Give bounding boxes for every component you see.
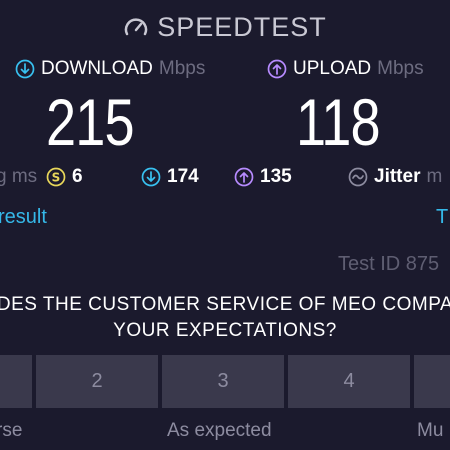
right-link[interactable]: T xyxy=(436,206,448,229)
jitter-icon xyxy=(348,167,368,187)
rating-option-2[interactable]: 2 xyxy=(36,355,158,408)
download-arrow-icon xyxy=(15,59,35,79)
download-speed-value: 215 xyxy=(46,85,135,159)
rating-option-4[interactable]: 4 xyxy=(288,355,410,408)
download-unit: Mbps xyxy=(158,58,206,79)
upload-speed-value: 118 xyxy=(296,85,381,159)
download-label: DOWNLOAD Mbps xyxy=(15,58,205,80)
download-latency-icon xyxy=(141,167,161,187)
download-latency: 174 xyxy=(141,166,199,188)
speedometer-icon xyxy=(123,15,149,41)
latency-row: g ms S 6 174 135 Jitter m xyxy=(0,166,450,194)
rating-option-3[interactable]: 3 xyxy=(162,355,284,408)
survey-question-line2: YOUR EXPECTATIONS? xyxy=(113,320,337,341)
idle-latency-value: 6 xyxy=(72,166,83,187)
upload-arrow-icon xyxy=(267,59,287,79)
download-label-text: DOWNLOAD xyxy=(41,58,153,79)
idle-latency-icon: S xyxy=(46,167,66,187)
result-link[interactable]: result xyxy=(0,206,47,229)
rating-caption-low: rse xyxy=(0,420,23,441)
rating-option-5[interactable] xyxy=(414,355,450,408)
svg-text:S: S xyxy=(52,171,61,185)
speedtest-screen: SPEEDTEST DOWNLOAD Mbps UPLOAD Mbps 215 … xyxy=(0,0,450,450)
download-latency-value: 174 xyxy=(167,166,199,187)
rating-caption-high: Mu xyxy=(417,420,444,441)
survey-question-line1: DES THE CUSTOMER SERVICE OF MEO COMPA xyxy=(0,294,450,315)
rating-caption-mid: As expected xyxy=(167,420,272,441)
app-title: SPEEDTEST xyxy=(157,12,327,42)
survey-question: DES THE CUSTOMER SERVICE OF MEO COMPA YO… xyxy=(0,292,450,344)
ping-unit: g ms xyxy=(0,166,37,188)
rating-option-1[interactable] xyxy=(0,355,32,408)
upload-label: UPLOAD Mbps xyxy=(267,58,424,80)
upload-latency-icon xyxy=(234,167,254,187)
jitter-unit: m xyxy=(426,166,443,187)
upload-label-text: UPLOAD xyxy=(293,58,372,79)
idle-latency: S 6 xyxy=(46,166,83,188)
jitter: Jitter m xyxy=(348,166,442,188)
upload-latency-value: 135 xyxy=(260,166,292,187)
ping-ms-label: g ms xyxy=(0,166,38,187)
upload-unit: Mbps xyxy=(377,58,424,79)
upload-latency: 135 xyxy=(234,166,292,188)
jitter-label: Jitter xyxy=(374,166,421,187)
app-header: SPEEDTEST xyxy=(0,12,450,43)
rating-options: 2 3 4 xyxy=(0,355,450,408)
test-id: Test ID 875 xyxy=(338,253,440,275)
